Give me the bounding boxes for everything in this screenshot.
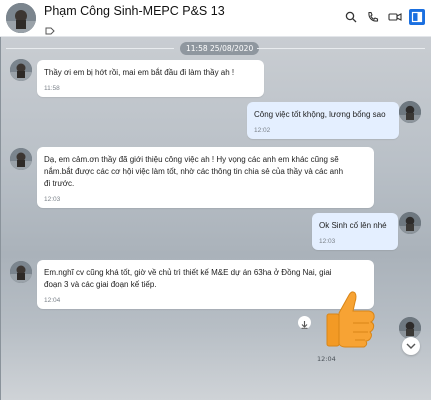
divider xyxy=(6,48,174,49)
sender-avatar[interactable] xyxy=(10,59,32,81)
divider xyxy=(0,37,1,400)
message-text: Ok Sinh cố lên nhé xyxy=(319,221,387,230)
my-avatar[interactable] xyxy=(399,212,421,234)
video-icon[interactable] xyxy=(387,9,403,25)
scroll-down-button[interactable] xyxy=(402,337,420,355)
my-avatar[interactable] xyxy=(399,317,421,339)
phone-icon[interactable] xyxy=(365,9,381,25)
message-time: 12:03 xyxy=(319,238,336,245)
message-bubble[interactable]: Dạ, em cảm.ơn thầy đã giới thiệu công vi… xyxy=(37,147,374,208)
download-icon[interactable] xyxy=(298,316,311,329)
message-time: 12:04 xyxy=(317,355,336,363)
sender-avatar[interactable] xyxy=(10,148,32,170)
message-bubble[interactable]: Ok Sinh cố lên nhé 12:03 xyxy=(312,213,398,250)
thumbs-up-sticker[interactable] xyxy=(319,287,381,349)
message-text: Công việc tốt khộng, lương bổng sao xyxy=(254,110,386,119)
message-time: 11:58 xyxy=(44,85,60,92)
message-text: Thầy ơi em bị hớt rồi, mai em bắt đầu đi… xyxy=(44,68,235,77)
message-time: 12:03 xyxy=(44,196,61,203)
sender-avatar[interactable] xyxy=(10,261,32,283)
message-bubble[interactable]: Công việc tốt khộng, lương bổng sao 12:0… xyxy=(247,102,399,139)
chat-header: Phạm Công Sinh-MEPC P&S 13 xyxy=(0,0,431,37)
contact-name: Phạm Công Sinh-MEPC P&S 13 xyxy=(44,4,225,18)
label-tag-icon[interactable] xyxy=(45,20,55,35)
message-text: Dạ, em cảm.ơn thầy đã giới thiệu công vi… xyxy=(44,155,344,188)
message-bubble[interactable]: Thầy ơi em bị hớt rồi, mai em bắt đầu đi… xyxy=(37,60,264,97)
message-time: 12:02 xyxy=(254,127,271,134)
sidebar-toggle-icon[interactable] xyxy=(409,9,425,25)
divider xyxy=(257,48,425,49)
date-separator: 11:58 25/08/2020 xyxy=(180,42,260,55)
search-icon[interactable] xyxy=(343,9,359,25)
contact-avatar[interactable] xyxy=(6,3,36,33)
my-avatar[interactable] xyxy=(399,101,421,123)
